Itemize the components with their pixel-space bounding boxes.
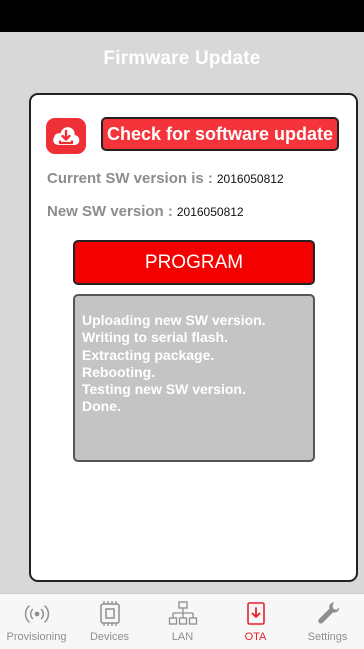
tab-provisioning[interactable]: Provisioning xyxy=(0,594,73,649)
tab-settings[interactable]: Settings xyxy=(291,594,364,649)
progress-log: Uploading new SW version. Writing to ser… xyxy=(73,294,315,462)
cloud-download-icon xyxy=(53,127,80,145)
wireless-signal-icon xyxy=(24,605,49,623)
log-line: Extracting package. xyxy=(82,346,215,363)
tab-bar: Provisioning Devices LAN OTA Settings xyxy=(0,593,364,649)
download-box-icon xyxy=(246,602,265,625)
tab-label: Devices xyxy=(89,631,130,643)
log-line: Testing new SW version. xyxy=(82,381,246,398)
tab-label: LAN xyxy=(171,631,194,643)
tab-devices[interactable]: Devices xyxy=(73,594,146,649)
new-version-value: 2016050812 xyxy=(176,205,244,219)
current-version-row: Current SW version is :2016050812 xyxy=(47,170,284,187)
status-bar xyxy=(0,0,364,32)
check-update-button[interactable]: Check for software update xyxy=(101,117,339,151)
new-version-row: New SW version :2016050812 xyxy=(47,203,244,220)
wrench-icon xyxy=(317,602,339,624)
tab-label: Settings xyxy=(307,631,348,643)
log-line: Writing to serial flash. xyxy=(82,329,228,346)
cloud-download-button[interactable] xyxy=(46,118,86,154)
page-title: Firmware Update xyxy=(103,48,261,69)
tab-ota[interactable]: OTA xyxy=(219,594,292,649)
program-label: PROGRAM xyxy=(144,251,244,273)
new-version-label: New SW version : xyxy=(47,203,173,220)
tab-lan[interactable]: LAN xyxy=(146,594,219,649)
nav-header: Firmware Update xyxy=(0,32,364,86)
program-button[interactable]: PROGRAM xyxy=(73,240,315,285)
log-line: Rebooting. xyxy=(82,363,156,380)
log-line: Done. xyxy=(82,398,121,415)
check-update-label: Check for software update xyxy=(106,123,334,144)
current-version-value: 2016050812 xyxy=(216,172,284,186)
network-icon xyxy=(168,601,197,625)
tab-label: Provisioning xyxy=(6,631,67,643)
tab-label: OTA xyxy=(244,631,267,643)
chip-icon xyxy=(99,601,120,626)
current-version-label: Current SW version is : xyxy=(47,170,213,187)
log-line: Uploading new SW version. xyxy=(82,312,266,328)
